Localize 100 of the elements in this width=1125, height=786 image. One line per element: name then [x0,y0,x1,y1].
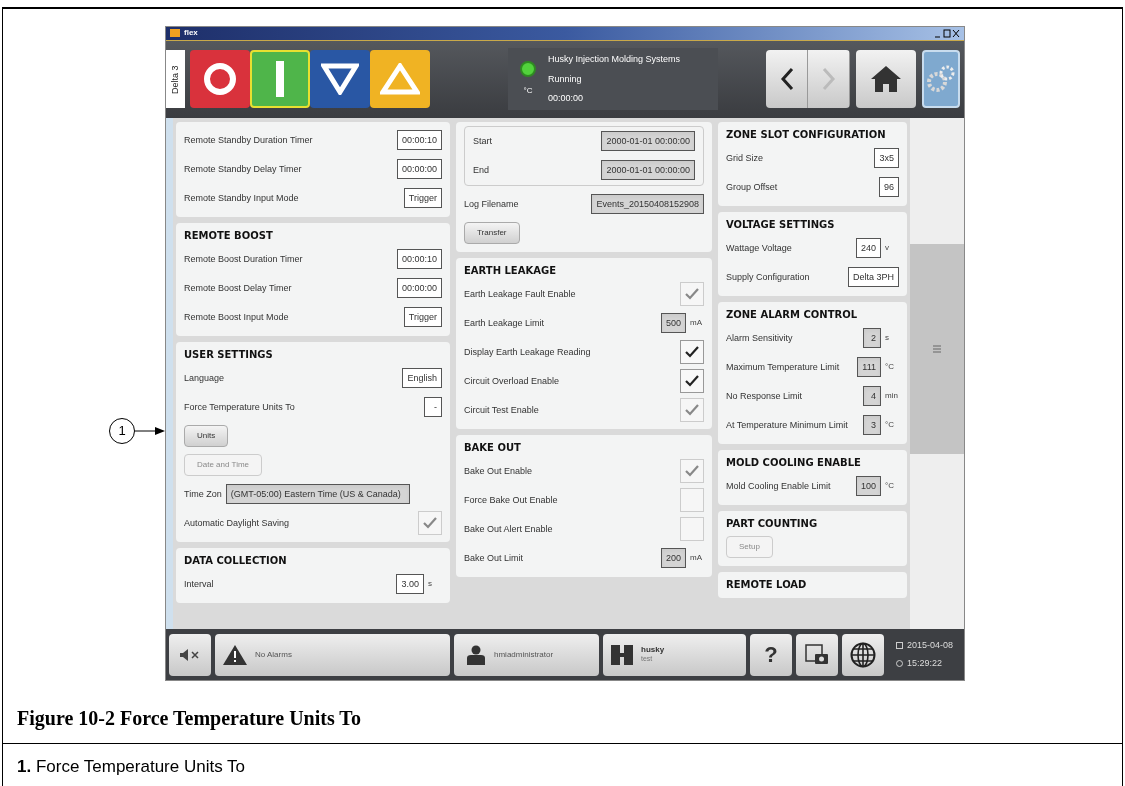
alarms-button[interactable]: No Alarms [215,633,450,676]
setting-label: Earth Leakage Fault Enable [464,287,576,301]
input-field[interactable]: 96 [879,177,899,198]
setting-label: Remote Boost Duration Timer [184,252,303,266]
input-field[interactable]: 00:00:00 [396,159,442,180]
leader-arrow [135,426,165,436]
input-field[interactable]: 3x5 [874,148,899,169]
section-title: EARTH LEAKAGE [464,263,557,278]
input-field[interactable]: 200 [660,548,686,569]
setting-label: Remote Standby Duration Timer [184,133,313,147]
setting-label: Bake Out Alert Enable [464,522,553,536]
help-button[interactable]: ? [750,633,792,676]
input-field[interactable]: 3 [863,415,881,436]
setting-button[interactable]: Transfer [464,222,520,245]
setting-label: Remote Standby Delay Timer [184,162,302,176]
input-field[interactable]: 3.00 [396,574,424,595]
setting-label: Remote Standby Input Mode [184,191,299,205]
company-name: Husky Injection Molding Systems [548,53,681,67]
setting-label: Grid Size [726,151,763,165]
app-icon [170,29,180,38]
input-field[interactable]: Trigger [403,188,442,209]
user-button[interactable]: hmiadministrator [454,633,599,676]
setting-label: Circuit Test Enable [464,403,539,417]
setting-label: Supply Configuration [726,270,810,284]
input-field[interactable]: 4 [863,386,881,407]
screenshot-button[interactable] [796,633,838,676]
mode-button[interactable] [370,50,430,109]
clock-icon [895,660,903,668]
input-field[interactable]: (GMT-05:00) Eastern Time (US & Canada) [225,484,410,505]
check-icon [685,346,699,359]
setting-label: Bake Out Enable [464,464,533,478]
back-button[interactable] [766,50,808,109]
settings-button[interactable] [922,50,960,109]
setting-label: Alarm Sensitivity [726,331,793,345]
check-icon [685,404,699,417]
input-field[interactable]: 00:00:10 [396,249,442,270]
section-title: BAKE OUT [464,440,522,455]
window-title: flex [184,29,198,38]
checkbox[interactable] [680,369,704,394]
section-title: DATA COLLECTION [184,553,288,568]
mold-name: husky [641,645,665,656]
mode-button[interactable] [190,50,250,109]
setting-label: Display Earth Leakage Reading [464,345,591,359]
input-field[interactable]: 500 [660,313,686,334]
section-title: MOLD COOLING ENABLE [726,455,862,470]
status-time: 15:29:22 [906,657,942,671]
section-title: USER SETTINGS [184,347,274,362]
input-field[interactable]: English [402,368,442,389]
machine-tab[interactable]: Delta 3 [166,50,185,109]
setting-button[interactable]: Units [184,425,229,448]
input-field[interactable]: 2 [863,328,881,349]
caption-item: 1. Force Temperature Units To [17,756,247,778]
unit-label: min [885,390,899,403]
gears-icon [926,64,956,95]
triangle-down-icon [321,63,359,96]
check-icon [423,517,437,530]
input-field[interactable]: - [424,397,442,418]
check-icon [685,465,699,478]
section-title: PART COUNTING [726,516,819,531]
unit-label: mA [690,317,703,330]
mode-button[interactable] [250,50,310,109]
input-field[interactable]: 00:00:10 [396,130,442,151]
check-icon [685,288,699,301]
input-field[interactable]: 2000-01-01 00:00:00 [601,131,695,152]
input-field[interactable]: 100 [855,476,881,497]
setting-label: Group Offset [726,180,778,194]
chevron-left-icon [779,67,794,92]
muted-speaker-icon [180,648,200,661]
setting-label: No Response Limit [726,389,803,403]
check-icon [685,375,699,388]
setting-label: At Temperature Minimum Limit [726,418,848,432]
cycle-time: 00:00:00 [548,92,585,106]
input-field[interactable]: 00:00:00 [396,278,442,299]
temperature-unit: °C [523,85,533,98]
scrollbar-thumb[interactable] [910,243,964,454]
input-field[interactable]: 111 [857,357,881,378]
machine-state: Running [548,72,583,86]
circle-icon [203,62,237,97]
input-field[interactable]: Delta 3PH [847,267,899,288]
section-title: REMOTE BOOST [184,228,274,243]
mute-button[interactable] [169,633,211,676]
input-field[interactable]: 240 [855,238,881,259]
unit-label: mA [690,552,703,565]
checkbox[interactable] [680,340,704,365]
setting-label: Bake Out Limit [464,551,524,565]
unit-label: °C [885,419,895,432]
input-field[interactable]: 2000-01-01 00:00:00 [601,160,695,181]
mode-button[interactable] [310,50,370,109]
setting-label: Automatic Daylight Saving [184,516,290,530]
figure-caption: Figure 10-2 Force Temperature Units To [17,706,362,732]
setting-label: Time Zon [184,487,222,501]
input-field[interactable]: Trigger [403,307,442,328]
setting-label: Earth Leakage Limit [464,316,545,330]
scrollbar-track[interactable] [910,117,964,630]
language-button[interactable] [842,633,884,676]
window-controls-icon[interactable] [934,29,960,38]
input-field[interactable]: Events_20150408152908 [591,194,704,215]
home-button[interactable] [856,50,916,109]
status-led [520,61,536,78]
unit-label: v [885,242,890,255]
